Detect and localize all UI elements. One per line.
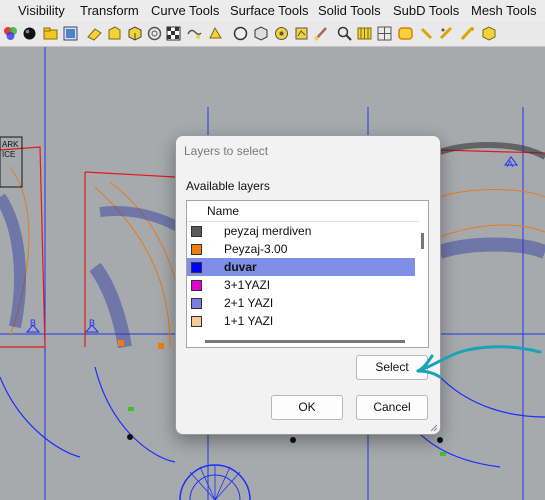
layer-name: Peyzaj-3.00 [224,242,288,256]
annotation-arrow-icon [416,345,542,379]
cube-icon[interactable] [126,25,143,42]
layer-list[interactable]: Name peyzaj merdiven Peyzaj-3.00 duvar 3… [186,200,429,348]
checker-icon[interactable] [186,25,203,42]
available-layers-label: Available layers [186,179,270,193]
horizontal-scrollbar[interactable] [205,340,405,343]
cylinder-icon[interactable] [146,25,163,42]
menu-solid-tools[interactable]: Solid Tools [318,3,381,18]
layer-row-peyzaj-merdiven[interactable]: peyzaj merdiven [187,222,415,240]
toolbar [0,22,545,47]
layer-name: 1+1 YAZI [224,314,274,328]
menu-subd-tools[interactable]: SubD Tools [393,3,459,18]
spiral-icon[interactable] [165,25,182,42]
shape-icon[interactable] [106,25,123,42]
zoom-icon[interactable] [336,25,353,42]
pin-icon[interactable] [418,25,435,42]
resize-grip-icon[interactable] [430,424,438,432]
package-icon[interactable] [480,25,497,42]
sphere-icon[interactable] [21,25,38,42]
menu-surface-tools[interactable]: Surface Tools [230,3,309,18]
marker-b-mid: B [89,318,96,328]
cancel-button[interactable]: Cancel [356,395,428,420]
circle-icon[interactable] [207,25,224,42]
marker-b-left: B [30,318,37,328]
dialog-title: Layers to select [184,144,269,158]
layer-row-3-1yazi[interactable]: 3+1YAZI [187,276,415,294]
layer-row-1-1-yazi[interactable]: 1+1 YAZI [187,312,415,330]
menu-mesh-tools[interactable]: Mesh Tools [471,3,537,18]
menu-bar: Visibility Transform Curve Tools Surface… [0,0,545,22]
layer-row-duvar[interactable]: duvar [187,258,415,276]
layer-name: duvar [224,260,257,274]
label-ark: ARK [2,140,19,149]
column-header-name[interactable]: Name [207,204,239,218]
layer-color-swatch [191,280,202,291]
brush-icon[interactable] [313,25,330,42]
menu-visibility[interactable]: Visibility [18,3,65,18]
layers-to-select-dialog: Layers to select Available layers Name p… [175,135,441,435]
menu-curve-tools[interactable]: Curve Tools [151,3,219,18]
color-wheel-icon[interactable] [2,25,19,42]
layer-color-swatch [191,226,202,237]
folder-icon[interactable] [42,25,59,42]
layer-name: 3+1YAZI [224,278,271,292]
layer-color-swatch [191,262,202,273]
box-icon[interactable] [273,25,290,42]
sphere-wire-icon[interactable] [252,25,269,42]
key-icon[interactable] [459,25,476,42]
layer-color-swatch [191,244,202,255]
layer-row-peyzaj-3-00[interactable]: Peyzaj-3.00 [187,240,415,258]
menu-transform[interactable]: Transform [80,3,139,18]
eraser-icon[interactable] [86,25,103,42]
layer-name: peyzaj merdiven [224,224,312,238]
layer-color-swatch [191,298,202,309]
light-icon[interactable] [438,25,455,42]
list-header: Name [187,201,419,222]
vertical-scrollbar[interactable] [421,233,424,249]
layer-row-2-1-yazi[interactable]: 2+1 YAZI [187,294,415,312]
frame-icon[interactable] [397,25,414,42]
ok-button[interactable]: OK [271,395,343,420]
grid-icon[interactable] [356,25,373,42]
point-icon[interactable] [293,25,310,42]
layer-color-swatch [191,316,202,327]
label-ice: ICE [2,150,16,159]
mesh-icon[interactable] [376,25,393,42]
marker-a-right: A [507,159,514,169]
render-icon[interactable] [232,25,249,42]
display-icon[interactable] [62,25,79,42]
layer-name: 2+1 YAZI [224,296,274,310]
